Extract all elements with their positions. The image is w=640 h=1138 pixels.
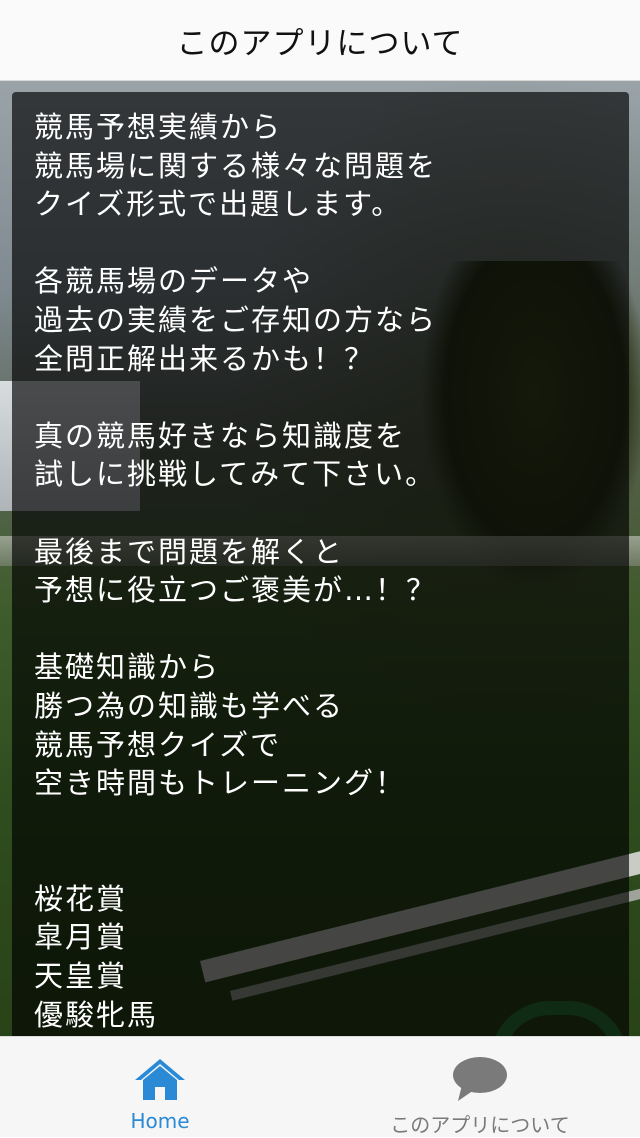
description-text: 競馬予想実績から 競馬場に関する様々な問題を クイズ形式で出題します。 各競馬場…	[34, 110, 438, 1032]
tab-home-label: Home	[130, 1109, 190, 1133]
tab-about-label: このアプリについて	[390, 1113, 570, 1137]
page-title: このアプリについて	[176, 25, 464, 62]
tab-home[interactable]: Home	[0, 1037, 320, 1137]
description-panel[interactable]: 競馬予想実績から 競馬場に関する様々な問題を クイズ形式で出題します。 各競馬場…	[12, 92, 629, 1036]
bottom-tab-bar: Home このアプリについて	[0, 1036, 640, 1137]
chat-bubble-icon	[450, 1055, 510, 1103]
tab-about[interactable]: このアプリについて	[320, 1037, 640, 1137]
app-header: このアプリについて	[0, 0, 640, 81]
home-icon	[130, 1055, 190, 1103]
